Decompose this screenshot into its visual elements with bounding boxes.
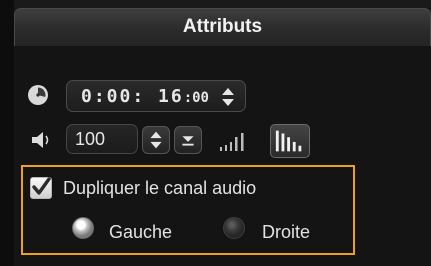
waveform-small-icon[interactable] (218, 131, 258, 153)
volume-spin-icon[interactable] (142, 126, 170, 154)
speaker-icon (32, 132, 49, 148)
tab-attributes-label: Attributs (182, 16, 263, 37)
volume-input[interactable]: 100 (66, 124, 138, 154)
radio-right-label[interactable]: Droite (262, 220, 310, 244)
radio-left-channel[interactable] (72, 217, 94, 239)
radio-left-label[interactable]: Gauche (109, 220, 172, 244)
waveform-large-icon[interactable] (270, 124, 310, 158)
checkmark-icon (32, 177, 51, 195)
tab-bar: Attributs (14, 0, 431, 46)
panel-left-edge (0, 0, 14, 266)
radio-right-channel[interactable] (223, 217, 245, 239)
volume-down-arrow-icon[interactable] (174, 126, 202, 154)
clock-icon (28, 85, 48, 105)
timecode-value: 0:00: 16:00 (81, 86, 209, 107)
attributes-panel: Attributs 0:00: 16:00 100 Dupliquer le c… (0, 0, 431, 266)
duration-timecode-field[interactable]: 0:00: 16:00 (66, 80, 246, 112)
duplicate-audio-checkbox[interactable] (30, 177, 52, 199)
spin-updown-icon[interactable] (219, 86, 237, 108)
duplicate-audio-label[interactable]: Dupliquer le canal audio (63, 176, 256, 200)
